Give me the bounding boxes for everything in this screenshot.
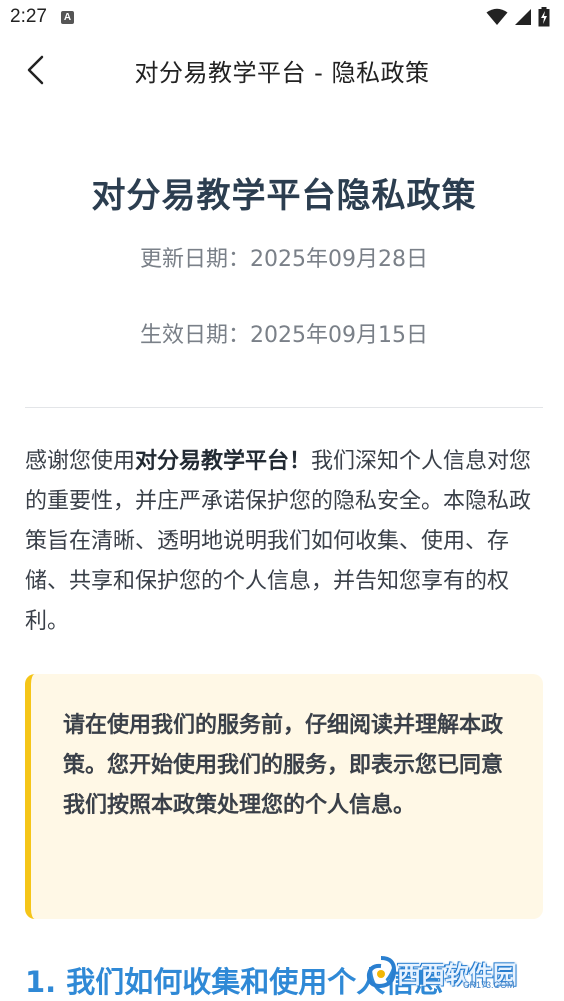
status-bar: 2:27 A (0, 0, 564, 34)
app-bar-title: 对分易教学平台 - 隐私政策 (134, 59, 430, 87)
page-title: 对分易教学平台隐私政策 (91, 176, 477, 216)
notice-callout: 请在使用我们的服务前，仔细阅读并理解本政策。您开始使用我们的服务，即表示您已同意… (25, 674, 543, 919)
watermark-subtext: CR173.COM (463, 980, 515, 990)
cellular-signal-icon (515, 9, 531, 25)
battery-icon (538, 7, 550, 27)
wifi-icon (486, 8, 508, 25)
status-icons (486, 7, 550, 27)
updated-date: 更新日期：2025年09月28日 (140, 247, 428, 272)
app-bar: 对分易教学平台 - 隐私政策 (0, 40, 564, 100)
watermark-logo: 西西软件园 CR173.COM (365, 952, 545, 992)
intro-body: 我们深知个人信息对您的重要性，并庄严承诺保护您的隐私安全。本隐私政策旨在清晰、透… (25, 449, 532, 634)
intro-prefix: 感谢您使用 (25, 449, 136, 474)
divider (25, 407, 543, 408)
intro-paragraph: 感谢您使用对分易教学平台！我们深知个人信息对您的重要性，并庄严承诺保护您的隐私安… (25, 442, 543, 642)
platform-name: 对分易教学平台 (135, 449, 290, 474)
notification-icon: A (60, 10, 74, 24)
watermark-swirl-icon (366, 956, 397, 989)
effective-date: 生效日期：2025年09月15日 (140, 323, 428, 348)
status-time: 2:27 (10, 6, 47, 27)
intro-exclaim: ！ (289, 449, 312, 474)
policy-content: 对分易教学平台隐私政策 更新日期：2025年09月28日 生效日期：2025年0… (25, 100, 543, 1001)
